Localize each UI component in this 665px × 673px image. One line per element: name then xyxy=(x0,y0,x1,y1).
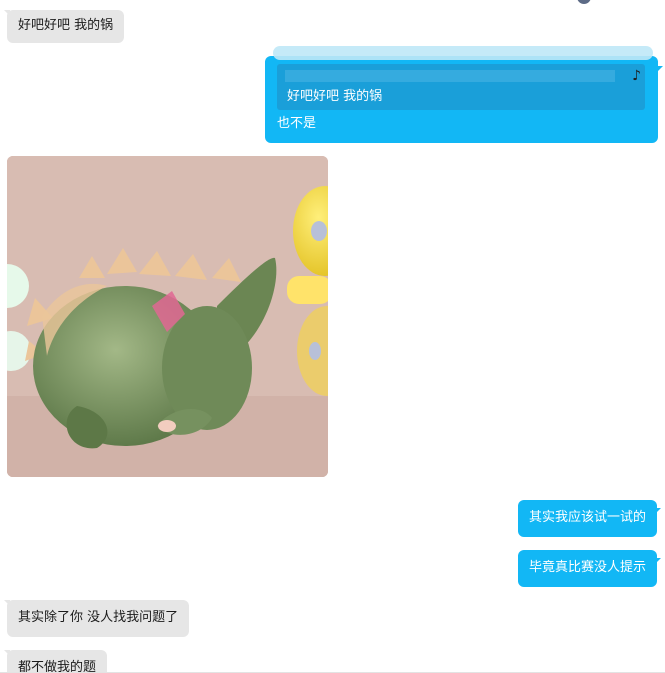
incoming-message[interactable]: 都不做我的题 xyxy=(3,650,108,673)
incoming-message[interactable]: 其实除了你 没人找我问题了 xyxy=(3,600,190,637)
quoted-message[interactable]: 好吧好吧 我的锅 ♪ xyxy=(277,64,645,110)
chat-window: 好吧好吧 我的锅 好吧好吧 我的锅 ♪ 也不是 其实我应该试一试的 毕竟真比赛没… xyxy=(0,0,665,673)
message-text: 毕竟真比赛没人提示 xyxy=(529,560,647,575)
incoming-message[interactable]: 好吧好吧 我的锅 xyxy=(3,10,125,43)
dinosaur-toy-photo xyxy=(7,156,328,477)
emoji-icon[interactable] xyxy=(577,0,591,4)
quote-meta-blurred xyxy=(285,70,615,82)
message-text: 其实我应该试一试的 xyxy=(529,510,647,525)
quote-header-decoration xyxy=(273,46,653,60)
toolbar-icons[interactable] xyxy=(577,0,637,4)
quoted-text: 好吧好吧 我的锅 xyxy=(287,89,383,104)
reply-text: 也不是 xyxy=(277,116,317,131)
outgoing-message[interactable]: 其实我应该试一试的 xyxy=(518,500,662,537)
message-text: 好吧好吧 我的锅 xyxy=(18,18,114,33)
outgoing-reply-message[interactable]: 好吧好吧 我的锅 ♪ 也不是 xyxy=(265,46,663,143)
outgoing-message[interactable]: 毕竟真比赛没人提示 xyxy=(518,550,662,587)
music-note-icon: ♪ xyxy=(632,68,641,84)
message-text: 其实除了你 没人找我问题了 xyxy=(18,610,179,625)
image-message[interactable] xyxy=(7,156,328,477)
